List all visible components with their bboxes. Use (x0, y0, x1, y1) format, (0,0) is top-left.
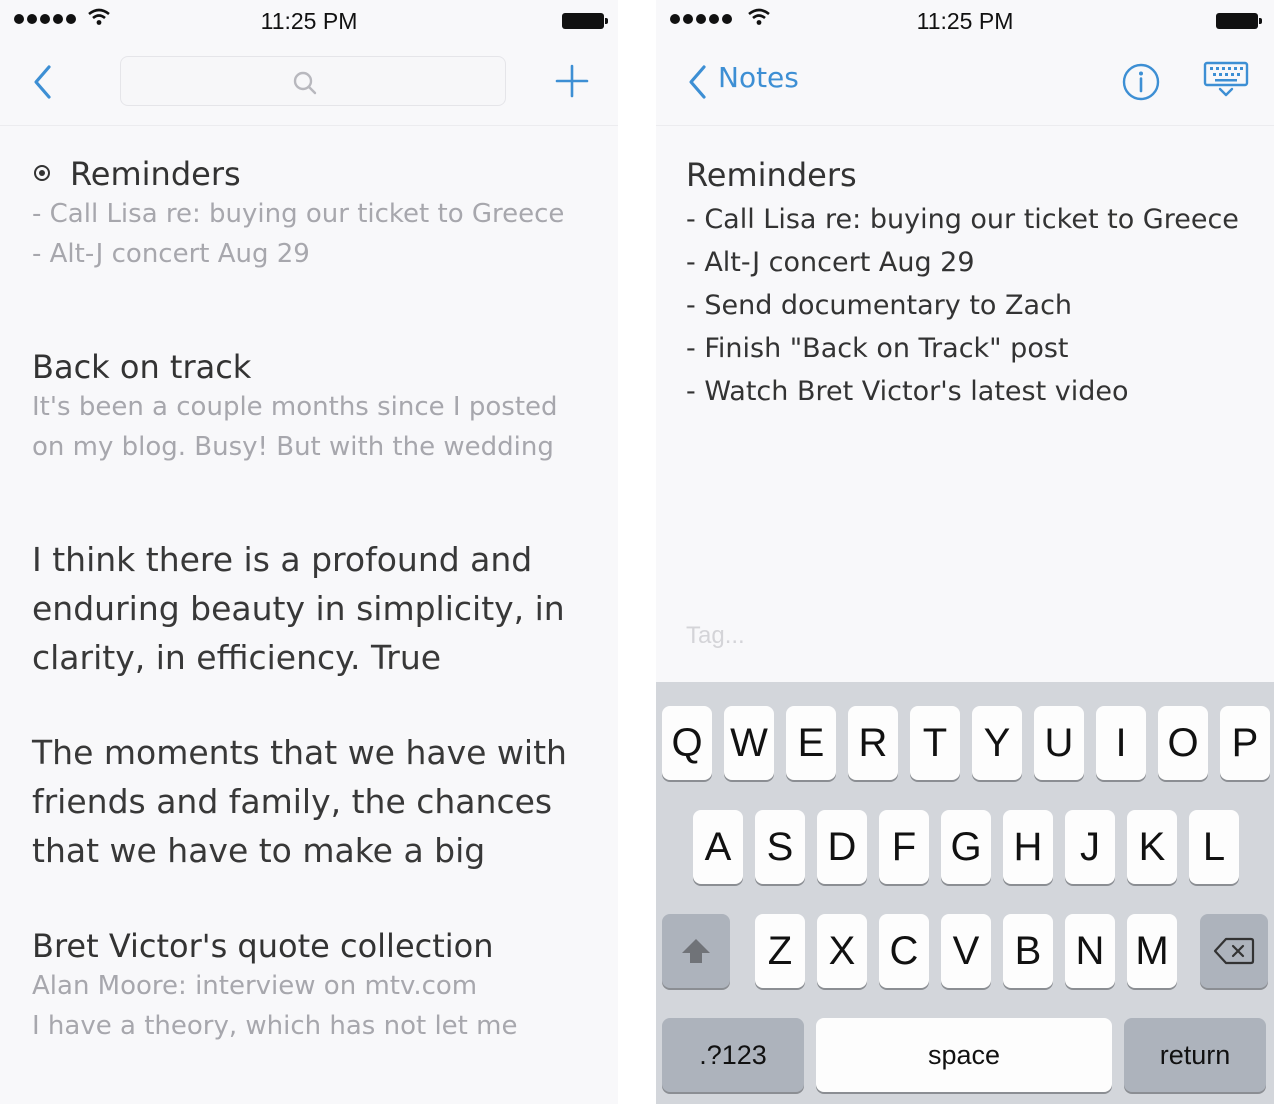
search-input[interactable] (121, 57, 505, 105)
battery-icon (1216, 13, 1262, 29)
key-q[interactable]: Q (662, 706, 712, 780)
status-bar: 11:25 PM (656, 0, 1274, 42)
note-preview-line: Alan Moore: interview on mtv.com (32, 971, 478, 1001)
key-v[interactable]: V (941, 914, 991, 988)
back-chevron-icon (689, 65, 706, 99)
key-b[interactable]: B (1003, 914, 1053, 988)
key-u[interactable]: U (1034, 706, 1084, 780)
note-preview-line: on my blog. Busy! But with the wedding (32, 432, 554, 462)
status-time: 11:25 PM (916, 8, 1014, 34)
key-i[interactable]: I (1096, 706, 1146, 780)
key-x[interactable]: X (817, 914, 867, 988)
key-w[interactable]: W (724, 706, 774, 780)
editor-navbar: Notes (656, 42, 1274, 126)
return-key[interactable]: return (1124, 1018, 1266, 1092)
tag-input[interactable] (686, 616, 1086, 656)
note-item-back-on-track[interactable]: Back on track It's been a couple months … (32, 347, 592, 467)
note-item-bret-victor[interactable]: Bret Victor's quote collection Alan Moor… (32, 926, 592, 1046)
pinned-icon (34, 165, 50, 181)
note-body-line: friends and family, the chances (32, 782, 553, 821)
info-icon[interactable] (1121, 62, 1161, 102)
note-title: Back on track (32, 348, 252, 386)
key-d[interactable]: D (817, 810, 867, 884)
key-j[interactable]: J (1065, 810, 1115, 884)
key-l[interactable]: L (1189, 810, 1239, 884)
shift-key[interactable] (662, 914, 730, 988)
note-item-simplicity[interactable]: I think there is a profound and enduring… (32, 535, 592, 682)
key-z[interactable]: Z (755, 914, 805, 988)
shift-arrow-icon (682, 939, 710, 963)
key-y[interactable]: Y (972, 706, 1022, 780)
add-note-button[interactable] (555, 64, 589, 98)
note-body-line: clarity, in efficiency. True (32, 638, 442, 677)
key-h[interactable]: H (1003, 810, 1053, 884)
note-body-line: enduring beauty in simplicity, in (32, 589, 565, 628)
keyboard-dismiss-icon[interactable] (1201, 58, 1251, 98)
editor-line: - Watch Bret Victor's latest video (686, 376, 1129, 407)
note-item-moments[interactable]: The moments that we have with friends an… (32, 728, 592, 875)
key-s[interactable]: S (755, 810, 805, 884)
key-a[interactable]: A (693, 810, 743, 884)
note-preview-line: It's been a couple months since I posted (32, 392, 558, 422)
onscreen-keyboard: Q W E R T Y U I O P A S D F G H J K L Z … (656, 682, 1274, 1104)
note-title: Reminders (70, 155, 241, 193)
note-editor-content[interactable]: Reminders - Call Lisa re: buying our tic… (686, 152, 1256, 413)
editor-line: - Finish "Back on Track" post (686, 333, 1069, 364)
editor-title: Reminders (686, 156, 857, 194)
key-e[interactable]: E (786, 706, 836, 780)
editor-line: - Alt-J concert Aug 29 (686, 247, 975, 278)
note-body-line: The moments that we have with (32, 733, 567, 772)
notes-list-navbar (0, 42, 618, 126)
key-m[interactable]: M (1127, 914, 1177, 988)
notes-list-screen: 11:25 PM Reminders - Call Lisa re: buyin… (0, 0, 618, 1104)
back-to-notes-button[interactable]: Notes (656, 42, 816, 126)
search-field[interactable] (120, 56, 506, 106)
key-f[interactable]: F (879, 810, 929, 884)
status-bar: 11:25 PM (0, 0, 618, 42)
key-k[interactable]: K (1127, 810, 1177, 884)
note-editor-screen: 11:25 PM Notes Reminders - Call Lisa re:… (656, 0, 1274, 1104)
numbers-key[interactable]: .?123 (662, 1018, 804, 1092)
note-title: Bret Victor's quote collection (32, 927, 494, 965)
editor-line: - Call Lisa re: buying our ticket to Gre… (686, 204, 1239, 235)
back-button-label: Notes (718, 61, 799, 94)
note-preview-line: - Alt-J concert Aug 29 (32, 239, 310, 269)
note-body-line: I think there is a profound and (32, 540, 533, 579)
battery-icon (562, 13, 608, 29)
backspace-icon (1213, 937, 1255, 965)
note-item-reminders[interactable]: Reminders - Call Lisa re: buying our tic… (32, 154, 592, 274)
key-r[interactable]: R (848, 706, 898, 780)
key-t[interactable]: T (910, 706, 960, 780)
key-o[interactable]: O (1158, 706, 1208, 780)
note-preview-line: I have a theory, which has not let me (32, 1011, 518, 1041)
note-preview-line: - Call Lisa re: buying our ticket to Gre… (32, 199, 565, 229)
status-time: 11:25 PM (260, 8, 358, 34)
key-g[interactable]: G (941, 810, 991, 884)
key-p[interactable]: P (1220, 706, 1270, 780)
editor-line: - Send documentary to Zach (686, 290, 1073, 321)
key-c[interactable]: C (879, 914, 929, 988)
note-body-line: that we have to make a big (32, 831, 486, 870)
backspace-key[interactable] (1200, 914, 1268, 988)
key-n[interactable]: N (1065, 914, 1115, 988)
back-chevron-icon[interactable] (31, 64, 53, 100)
space-key[interactable]: space (816, 1018, 1112, 1092)
